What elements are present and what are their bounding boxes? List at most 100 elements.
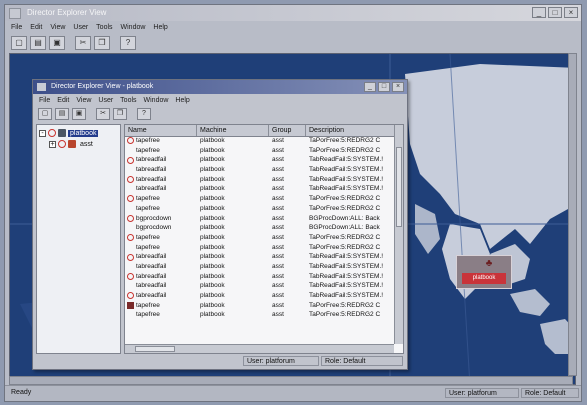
new-icon[interactable]: ▢ [11, 36, 27, 50]
blank-icon [127, 225, 134, 232]
menu-help[interactable]: Help [153, 24, 167, 31]
cell-machine: platbook [200, 282, 225, 290]
child-menu-tools[interactable]: Tools [120, 97, 136, 104]
child-menu-file[interactable]: File [39, 97, 50, 104]
child-menu-view[interactable]: View [76, 97, 91, 104]
cell-name: tapefree [125, 136, 197, 146]
save-icon[interactable]: ▣ [49, 36, 65, 50]
column-header-group[interactable]: Group [269, 125, 306, 136]
map-vertical-scrollbar[interactable] [568, 53, 577, 376]
child-minimize-button[interactable]: _ [364, 82, 376, 92]
child-menu-user[interactable]: User [98, 97, 113, 104]
table-row[interactable]: tapefree platbook asst TaPorFree:5:REDRG2 C [125, 194, 394, 204]
list-vertical-scrollbar[interactable] [394, 125, 403, 344]
menu-tools[interactable]: Tools [96, 24, 112, 31]
cell-name-text: tapefree [136, 137, 160, 144]
event-list[interactable]: Name Machine Group Description tapefree p… [124, 124, 404, 354]
copy-icon[interactable]: ❐ [94, 36, 110, 50]
child-close-button[interactable]: × [392, 82, 404, 92]
table-row[interactable]: tapefree platbook asst TaPorFree:5:REDRG2 C [125, 204, 394, 214]
tree-item-platbook[interactable]: - platbook [39, 128, 99, 138]
cell-machine: platbook [200, 243, 225, 251]
cell-name: tabreadfail [125, 155, 197, 165]
explorer-child-window[interactable]: Director Explorer View - platbook _ □ × … [32, 79, 408, 370]
table-row[interactable]: tapefree platbook asst TaPorFree:5:REDRG2 C [125, 301, 394, 311]
table-row[interactable]: tabreadfail platbook asst TabReadFail:5:SYS… [125, 252, 394, 262]
cell-name: tabreadfail [125, 184, 197, 194]
menu-file[interactable]: File [11, 24, 22, 31]
tree-collapse-icon[interactable]: - [39, 129, 46, 137]
scroll-thumb[interactable] [135, 346, 175, 352]
child-menu-window[interactable]: Window [144, 97, 169, 104]
map-alert-marker[interactable]: ♣ platbook [456, 255, 512, 289]
menu-window[interactable]: Window [121, 24, 146, 31]
child-menu-help[interactable]: Help [175, 97, 189, 104]
app-menubar: File Edit View User Tools Window Help [5, 21, 581, 34]
cell-name: bgprocdown [125, 214, 197, 224]
child-system-icon[interactable] [37, 83, 46, 91]
column-header-machine[interactable]: Machine [197, 125, 269, 136]
table-row[interactable]: tapefree platbook asst TaPorFree:5:REDRG2 C [125, 310, 394, 320]
child-statusbar: User: platforum Role: Default [33, 355, 407, 367]
child-copy-icon[interactable]: ❐ [113, 108, 127, 120]
cell-machine: platbook [200, 156, 225, 164]
child-help-icon[interactable]: ? [137, 108, 151, 120]
child-menu-edit[interactable]: Edit [57, 97, 69, 104]
table-row[interactable]: tabreadfail platbook asst TabReadFail:5:SYS… [125, 291, 394, 301]
map-horizontal-scrollbar[interactable] [9, 376, 573, 385]
cut-icon[interactable]: ✂ [75, 36, 91, 50]
alert-circle-icon [127, 214, 134, 222]
table-row[interactable]: tabreadfail platbook asst TabReadFail:5:SYS… [125, 184, 394, 194]
table-row[interactable]: tabreadfail platbook asst TabReadFail:5:SYS… [125, 175, 394, 185]
minimize-button[interactable]: _ [532, 7, 546, 18]
app-statusbar: Ready User: platforum Role: Default [5, 385, 581, 401]
column-header-name[interactable]: Name [125, 125, 197, 136]
tree-item-label[interactable]: asst [78, 141, 95, 148]
status-user: User: platforum [445, 388, 519, 398]
cell-name: tabreadfail [125, 272, 197, 282]
child-open-icon[interactable]: ▤ [55, 108, 69, 120]
table-row[interactable]: tabreadfail platbook asst TabReadFail:5:SYS… [125, 262, 394, 272]
child-save-icon[interactable]: ▣ [72, 108, 86, 120]
cell-description: TaPorFree:5:REDRG2 C [309, 311, 381, 319]
open-icon[interactable]: ▤ [30, 36, 46, 50]
cell-name-text: tabreadfail [136, 185, 167, 193]
child-maximize-button[interactable]: □ [378, 82, 390, 92]
table-row[interactable]: bgprocdown platbook asst BGProcDown:ALL: Ba… [125, 214, 394, 224]
table-row[interactable]: tabreadfail platbook asst TabReadFail:5:SYS… [125, 272, 394, 282]
table-row[interactable]: tabreadfail platbook asst TabReadFail:5:SYS… [125, 165, 394, 175]
table-row[interactable]: tabreadfail platbook asst TabReadFail:5:SYS… [125, 155, 394, 165]
table-row[interactable]: bgprocdown platbook asst BGProcDown:ALL: Ba… [125, 223, 394, 233]
child-status-user: User: platforum [243, 356, 319, 366]
machine-tree[interactable]: - platbook + asst [36, 124, 121, 354]
blank-icon [127, 186, 134, 193]
cell-description: TabReadFail:5:SYSTEM.! [309, 166, 384, 174]
menu-view[interactable]: View [50, 24, 65, 31]
child-new-icon[interactable]: ▢ [38, 108, 52, 120]
app-titlebar[interactable]: Director Explorer View _ □ × [5, 5, 581, 21]
table-row[interactable]: tapefree platbook asst TaPorFree:5:REDRG2 C [125, 233, 394, 243]
cell-name-text: tapefree [136, 146, 160, 154]
help-icon[interactable]: ? [120, 36, 136, 50]
tree-expand-icon[interactable]: + [49, 140, 56, 148]
cell-description: TaPorFree:5:REDRG2 C [309, 233, 381, 241]
close-button[interactable]: × [564, 7, 578, 18]
child-cut-icon[interactable]: ✂ [96, 108, 110, 120]
tree-item-asst[interactable]: + asst [49, 139, 95, 149]
scroll-thumb[interactable] [396, 147, 402, 227]
tree-item-label[interactable]: platbook [68, 129, 99, 137]
app-system-icon[interactable] [9, 8, 21, 19]
cell-name-text: tapefree [136, 204, 160, 212]
table-row[interactable]: tapefree platbook asst TaPorFree:5:REDRG2 C [125, 136, 394, 146]
table-row[interactable]: tapefree platbook asst TaPorFree:5:REDRG2 C [125, 146, 394, 156]
menu-edit[interactable]: Edit [30, 24, 42, 31]
cell-name: bgprocdown [125, 223, 197, 233]
child-titlebar[interactable]: Director Explorer View - platbook _ □ × [33, 80, 407, 94]
table-row[interactable]: tapefree platbook asst TaPorFree:5:REDRG2 C [125, 243, 394, 253]
cell-name: tabreadfail [125, 262, 197, 272]
column-header-description[interactable]: Description [306, 125, 394, 136]
menu-user[interactable]: User [73, 24, 88, 31]
maximize-button[interactable]: □ [548, 7, 562, 18]
list-horizontal-scrollbar[interactable] [125, 344, 394, 353]
table-row[interactable]: tabreadfail platbook asst TabReadFail:5:SYS… [125, 281, 394, 291]
